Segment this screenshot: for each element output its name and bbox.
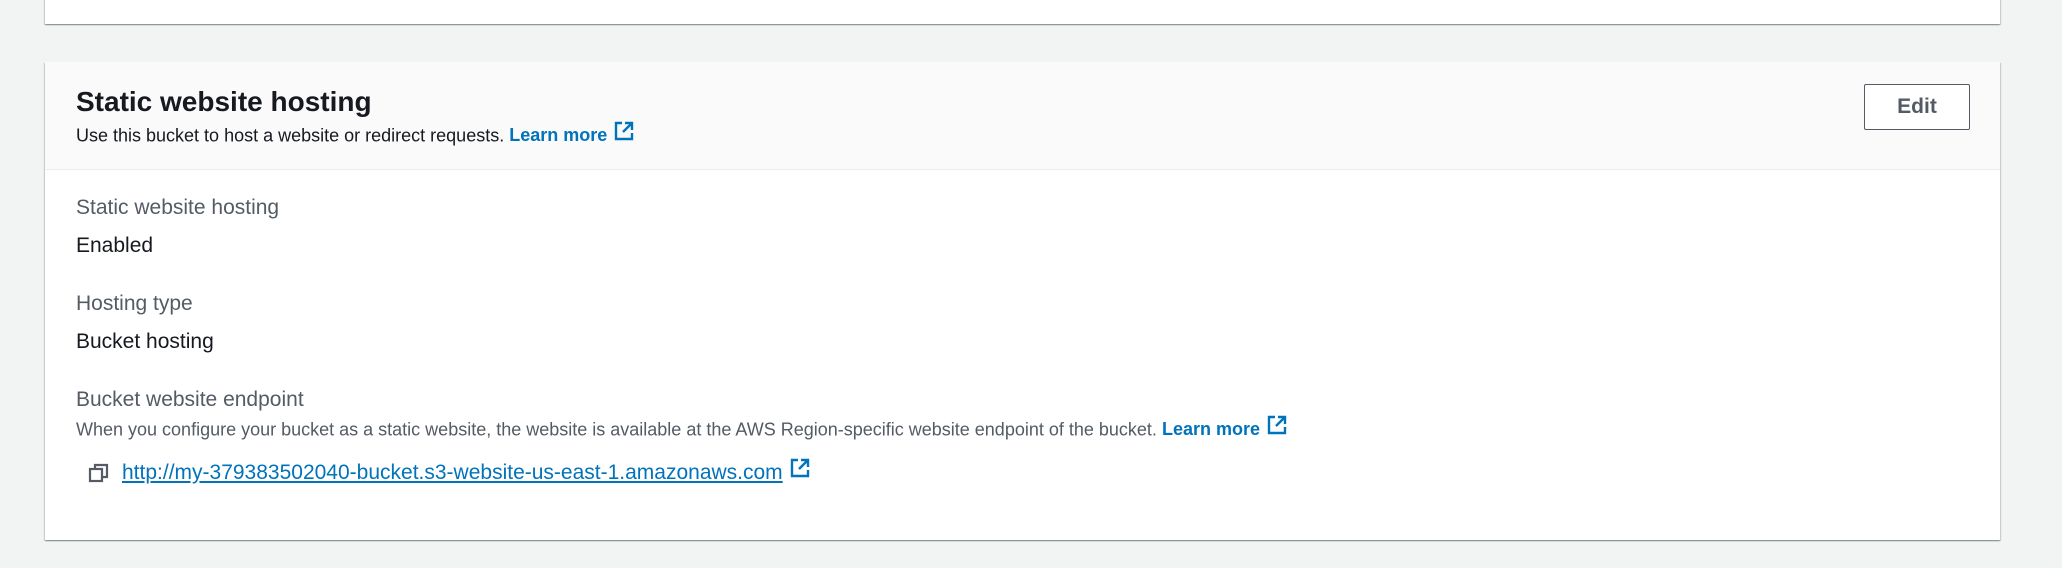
field-hosting-type: Hosting type Bucket hosting <box>76 290 1970 356</box>
field-label: Bucket website endpoint <box>76 388 304 411</box>
panel-description: Use this bucket to host a website or red… <box>76 121 1970 151</box>
copy-icon[interactable] <box>88 462 110 484</box>
panel-description-text: Use this bucket to host a website or red… <box>76 125 505 146</box>
panel-title: Static website hosting <box>76 86 372 117</box>
external-link-icon <box>789 457 811 484</box>
panel-header: Static website hosting Use this bucket t… <box>45 62 2000 170</box>
field-label: Hosting type <box>76 292 193 315</box>
endpoint-learn-more-link[interactable]: Learn more <box>1161 415 1288 440</box>
field-description-text: When you configure your bucket as a stat… <box>76 419 1157 440</box>
field-value: Bucket hosting <box>76 330 214 353</box>
external-link-icon <box>613 120 635 149</box>
bucket-endpoint-link[interactable]: http://my-379383502040-bucket.s3-website… <box>122 461 783 485</box>
field-bucket-website-endpoint: Bucket website endpoint When you configu… <box>76 386 1970 486</box>
external-link-icon <box>1266 414 1288 443</box>
field-label: Static website hosting <box>76 196 280 219</box>
edit-button[interactable]: Edit <box>1864 84 1970 130</box>
endpoint-row: http://my-379383502040-bucket.s3-website… <box>76 457 1970 486</box>
static-website-hosting-panel: Static website hosting Use this bucket t… <box>45 62 2000 540</box>
field-value: Enabled <box>76 234 154 257</box>
panel-body: Static website hosting Enabled Hosting t… <box>45 170 2000 486</box>
previous-section-card <box>45 0 2000 24</box>
field-description: When you configure your bucket as a stat… <box>76 415 1970 445</box>
learn-more-link[interactable]: Learn more <box>509 121 635 146</box>
learn-more-label: Learn more <box>509 125 608 146</box>
learn-more-label: Learn more <box>1161 419 1260 440</box>
field-static-website-hosting: Static website hosting Enabled <box>76 194 1970 260</box>
